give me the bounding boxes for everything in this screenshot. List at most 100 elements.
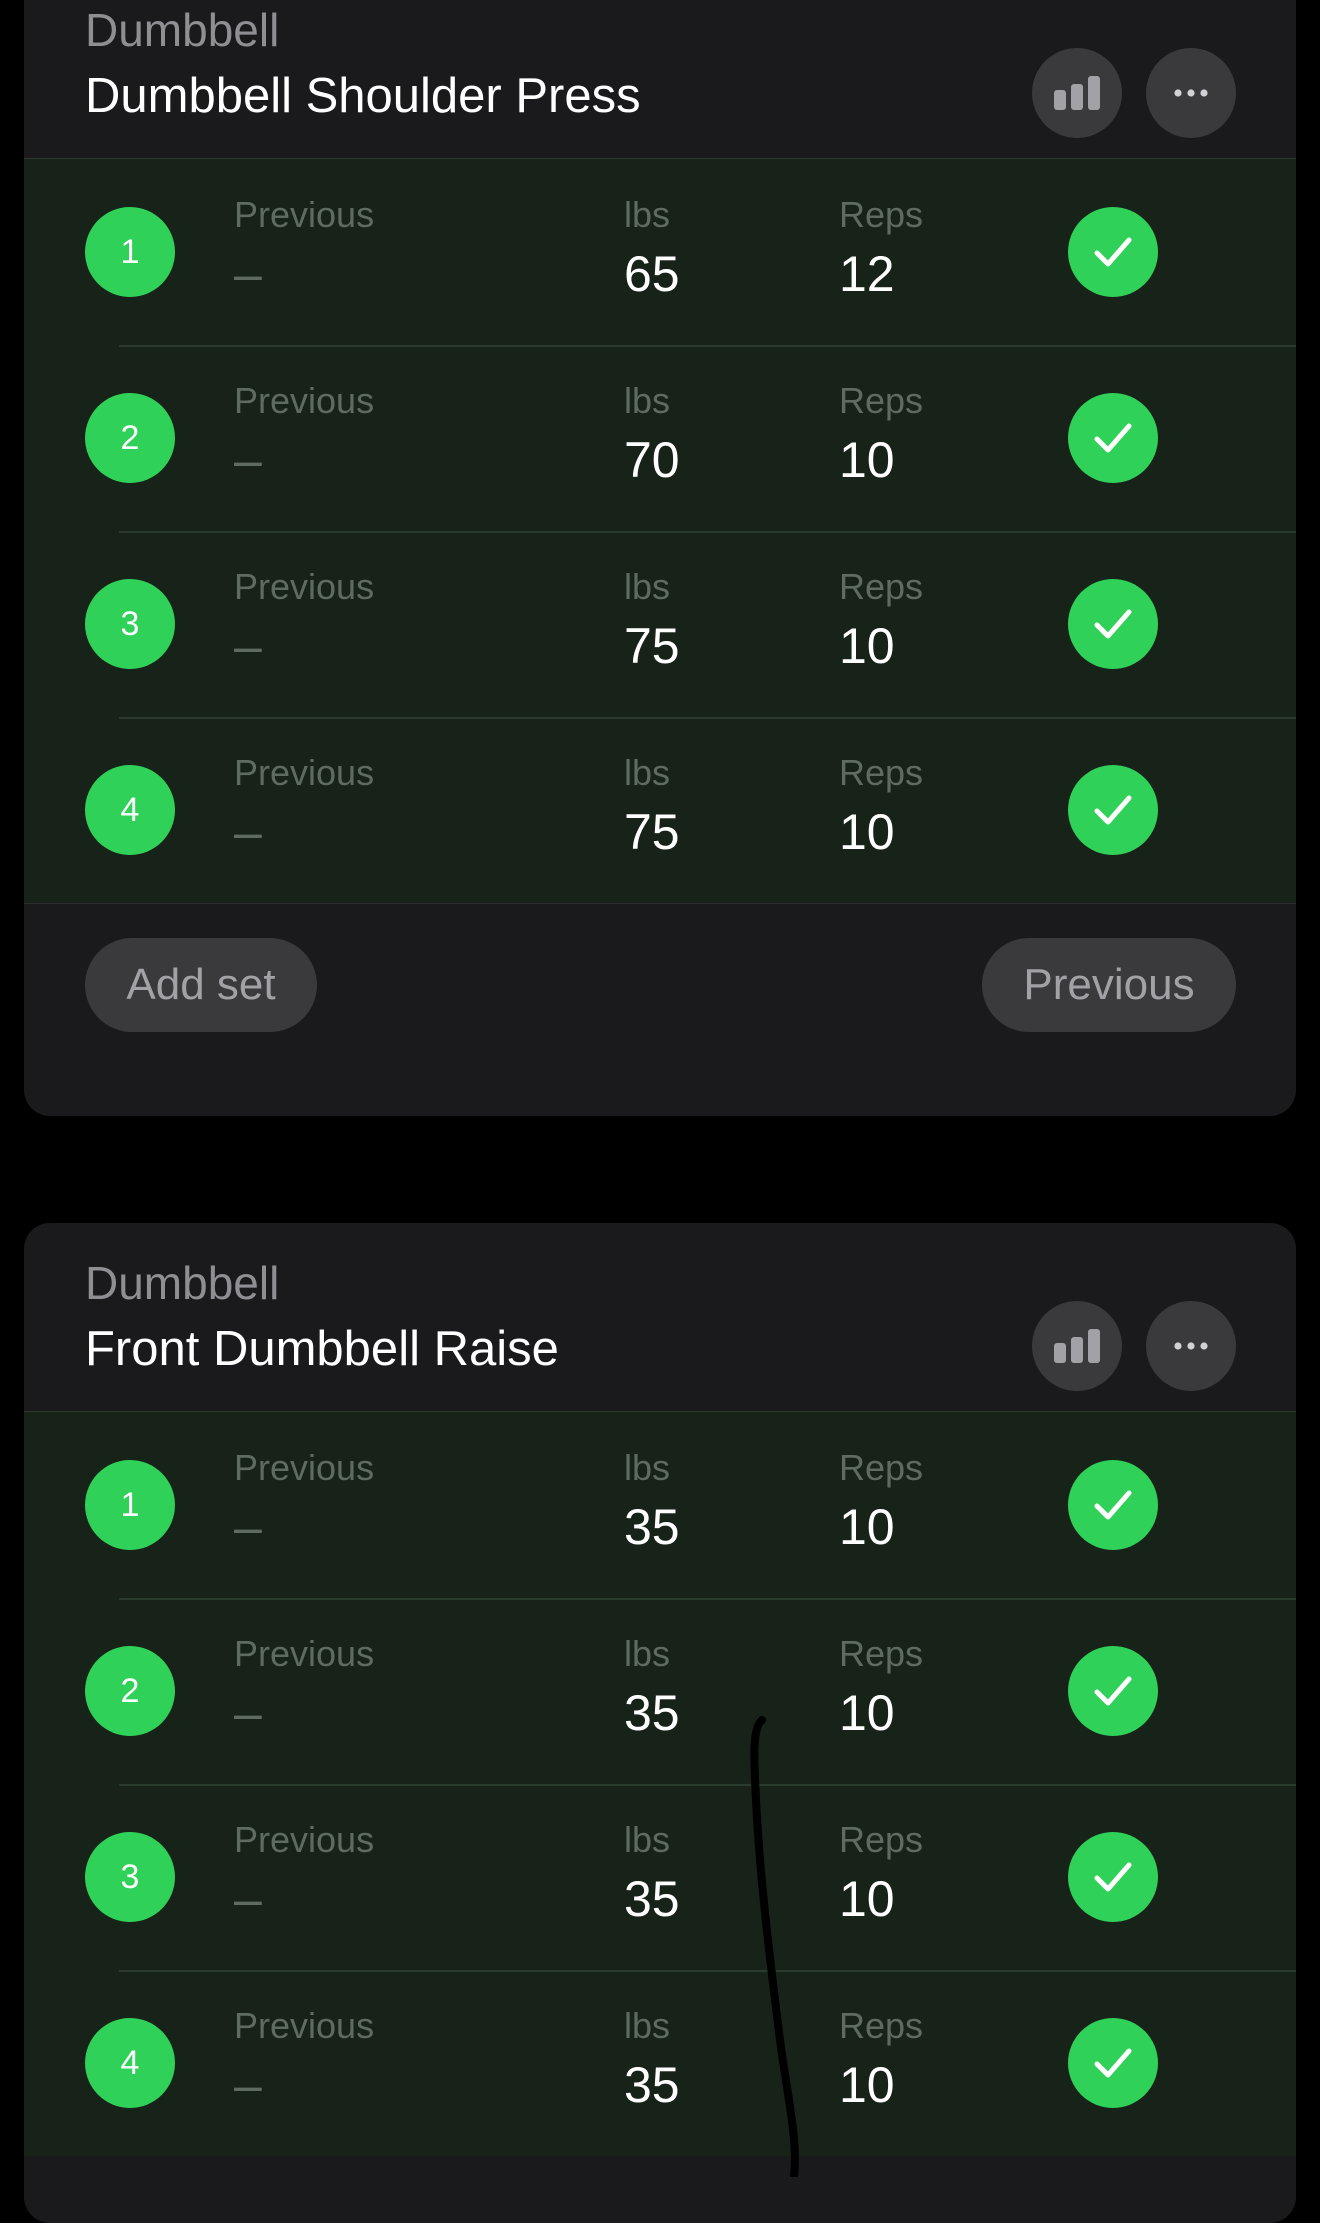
set-row: 3 Previous – lbs 35 Reps 10 — [24, 1784, 1296, 1970]
reps-label: Reps — [839, 194, 924, 235]
set-row: 4 Previous – lbs 35 Reps 10 — [24, 1970, 1296, 2156]
set-number-badge[interactable]: 2 — [85, 1646, 175, 1736]
reps-value[interactable]: 10 — [839, 2054, 895, 2116]
set-row: 2 Previous – lbs 35 Reps 10 — [24, 1598, 1296, 1784]
checkmark-icon — [1094, 1490, 1132, 1520]
complete-set-button[interactable] — [1068, 207, 1158, 297]
weight-value[interactable]: 70 — [624, 429, 680, 491]
reps-label: Reps — [839, 1447, 924, 1488]
previous-value: – — [234, 618, 262, 674]
sets-list: 1 Previous – lbs 35 Reps 10 2 Previous –… — [24, 1411, 1296, 2156]
weight-label: lbs — [624, 194, 671, 235]
weight-label: lbs — [624, 1447, 671, 1488]
reps-value[interactable]: 10 — [839, 1868, 895, 1930]
reps-value[interactable]: 10 — [839, 615, 895, 677]
exercise-header: Dumbbell Dumbbell Shoulder Press — [24, 0, 1296, 158]
stats-button[interactable] — [1032, 1301, 1122, 1391]
previous-value: – — [234, 432, 262, 488]
add-set-button[interactable]: Add set — [85, 938, 317, 1032]
previous-value: – — [234, 1499, 262, 1555]
set-number-badge[interactable]: 4 — [85, 2018, 175, 2108]
previous-label: Previous — [234, 1819, 375, 1860]
reps-label: Reps — [839, 2005, 924, 2046]
reps-value[interactable]: 10 — [839, 801, 895, 863]
bar-chart-icon — [1054, 1329, 1100, 1363]
set-number-badge[interactable]: 3 — [85, 579, 175, 669]
previous-value: – — [234, 804, 262, 860]
reps-value[interactable]: 10 — [839, 1496, 895, 1558]
weight-value[interactable]: 65 — [624, 243, 680, 305]
more-options-button[interactable] — [1146, 1301, 1236, 1391]
ellipsis-icon — [1174, 89, 1208, 97]
weight-value[interactable]: 35 — [624, 2054, 680, 2116]
complete-set-button[interactable] — [1068, 1460, 1158, 1550]
set-number-badge[interactable]: 2 — [85, 393, 175, 483]
set-row: 3 Previous – lbs 75 Reps 10 — [24, 531, 1296, 717]
previous-label: Previous — [234, 380, 375, 421]
checkmark-icon — [1094, 423, 1132, 453]
weight-value[interactable]: 75 — [624, 615, 680, 677]
exercise-title[interactable]: Dumbbell Shoulder Press — [85, 66, 641, 126]
checkmark-icon — [1094, 237, 1132, 267]
complete-set-button[interactable] — [1068, 1832, 1158, 1922]
exercise-card: Dumbbell Dumbbell Shoulder Press 1 Previ… — [24, 0, 1296, 1116]
more-options-button[interactable] — [1146, 48, 1236, 138]
weight-label: lbs — [624, 2005, 671, 2046]
previous-value: – — [234, 1685, 262, 1741]
checkmark-icon — [1094, 1862, 1132, 1892]
exercise-header: Dumbbell Front Dumbbell Raise — [24, 1223, 1296, 1411]
exercise-card: Dumbbell Front Dumbbell Raise 1 Previous… — [24, 1223, 1296, 2223]
checkmark-icon — [1094, 2048, 1132, 2078]
checkmark-icon — [1094, 609, 1132, 639]
complete-set-button[interactable] — [1068, 393, 1158, 483]
complete-set-button[interactable] — [1068, 579, 1158, 669]
reps-value[interactable]: 10 — [839, 1682, 895, 1744]
reps-value[interactable]: 10 — [839, 429, 895, 491]
equipment-label: Dumbbell — [85, 1257, 280, 1309]
weight-value[interactable]: 75 — [624, 801, 680, 863]
weight-label: lbs — [624, 380, 671, 421]
weight-value[interactable]: 35 — [624, 1868, 680, 1930]
complete-set-button[interactable] — [1068, 2018, 1158, 2108]
checkmark-icon — [1094, 795, 1132, 825]
reps-label: Reps — [839, 566, 924, 607]
reps-value[interactable]: 12 — [839, 243, 895, 305]
previous-button[interactable]: Previous — [982, 938, 1236, 1032]
reps-label: Reps — [839, 752, 924, 793]
set-number-badge[interactable]: 1 — [85, 1460, 175, 1550]
previous-label: Previous — [234, 194, 375, 235]
complete-set-button[interactable] — [1068, 1646, 1158, 1736]
complete-set-button[interactable] — [1068, 765, 1158, 855]
exercise-footer: Add set Previous — [24, 903, 1296, 1084]
previous-value: – — [234, 2057, 262, 2113]
previous-value: – — [234, 246, 262, 302]
sets-list: 1 Previous – lbs 65 Reps 12 2 Previous –… — [24, 158, 1296, 903]
set-number-badge[interactable]: 3 — [85, 1832, 175, 1922]
set-number-badge[interactable]: 1 — [85, 207, 175, 297]
checkmark-icon — [1094, 1676, 1132, 1706]
exercise-title[interactable]: Front Dumbbell Raise — [85, 1319, 559, 1379]
previous-value: – — [234, 1871, 262, 1927]
previous-label: Previous — [234, 1633, 375, 1674]
set-number-badge[interactable]: 4 — [85, 765, 175, 855]
set-row: 2 Previous – lbs 70 Reps 10 — [24, 345, 1296, 531]
reps-label: Reps — [839, 380, 924, 421]
weight-label: lbs — [624, 566, 671, 607]
weight-value[interactable]: 35 — [624, 1682, 680, 1744]
equipment-label: Dumbbell — [85, 4, 280, 56]
set-row: 1 Previous – lbs 35 Reps 10 — [24, 1412, 1296, 1598]
weight-label: lbs — [624, 1819, 671, 1860]
weight-label: lbs — [624, 752, 671, 793]
bar-chart-icon — [1054, 76, 1100, 110]
previous-label: Previous — [234, 1447, 375, 1488]
weight-value[interactable]: 35 — [624, 1496, 680, 1558]
reps-label: Reps — [839, 1819, 924, 1860]
weight-label: lbs — [624, 1633, 671, 1674]
previous-label: Previous — [234, 752, 375, 793]
set-row: 1 Previous – lbs 65 Reps 12 — [24, 159, 1296, 345]
previous-label: Previous — [234, 566, 375, 607]
ellipsis-icon — [1174, 1342, 1208, 1350]
reps-label: Reps — [839, 1633, 924, 1674]
stats-button[interactable] — [1032, 48, 1122, 138]
set-row: 4 Previous – lbs 75 Reps 10 — [24, 717, 1296, 903]
